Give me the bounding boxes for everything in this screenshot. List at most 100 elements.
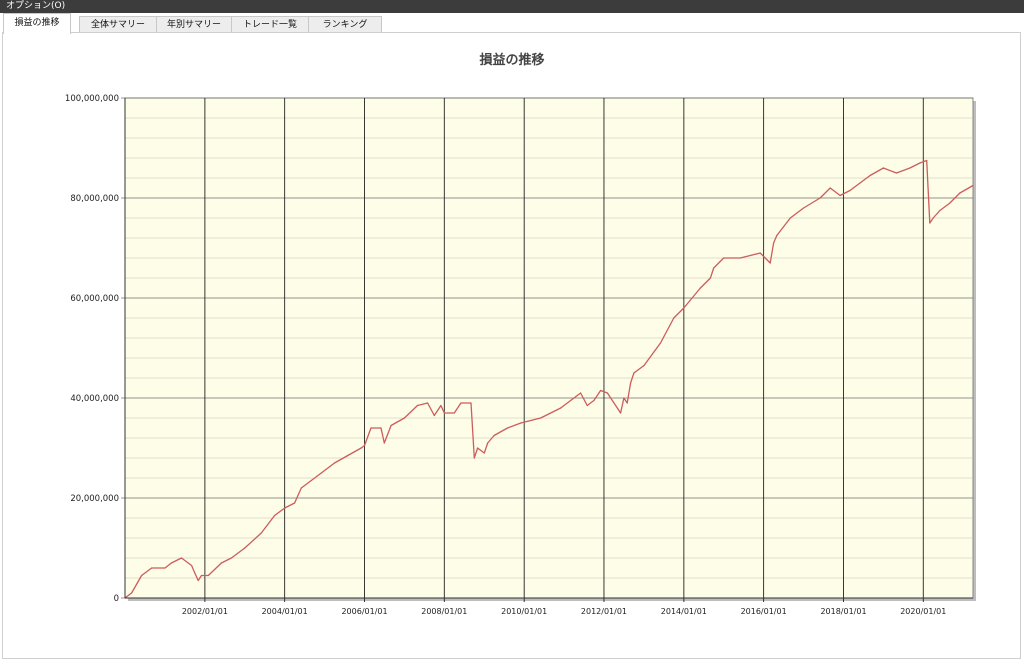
data-point bbox=[383, 442, 385, 444]
data-point bbox=[470, 402, 472, 404]
data-point bbox=[443, 412, 445, 414]
data-point bbox=[347, 454, 349, 457]
data-point bbox=[487, 442, 489, 444]
data-point bbox=[619, 412, 622, 414]
data-point bbox=[260, 532, 262, 534]
data-point bbox=[972, 184, 974, 187]
data-point bbox=[839, 194, 841, 197]
y-tick-label: 80,000,000 bbox=[70, 194, 119, 204]
data-point bbox=[919, 162, 921, 164]
data-point bbox=[869, 174, 871, 177]
data-point bbox=[170, 562, 173, 564]
tab-yearly-summary[interactable]: 年別サマリー bbox=[156, 16, 232, 32]
menu-options[interactable]: オプション(O) bbox=[0, 0, 65, 13]
data-point bbox=[460, 402, 462, 404]
x-tick-label: 2004/01/01 bbox=[262, 607, 308, 616]
data-point bbox=[200, 574, 203, 577]
x-tick-label: 2002/01/01 bbox=[182, 607, 228, 616]
x-tick-label: 2018/01/01 bbox=[820, 607, 866, 616]
data-point bbox=[360, 447, 362, 449]
data-point bbox=[819, 197, 821, 199]
data-point bbox=[333, 462, 336, 464]
data-point bbox=[579, 392, 582, 394]
data-point bbox=[606, 392, 608, 394]
profit-chart: 損益の推移 0 20,000,000 40,000,000 60,000,000 80,… bbox=[65, 52, 976, 616]
data-point bbox=[829, 187, 831, 189]
data-point bbox=[739, 257, 741, 259]
y-tick-label: 0 bbox=[114, 594, 119, 604]
data-point bbox=[643, 364, 645, 367]
data-point bbox=[493, 434, 495, 437]
data-point bbox=[926, 159, 928, 162]
chart-panel: 損益の推移 0 20,000,000 40,000,000 60,000,000 80,… bbox=[2, 32, 1021, 659]
data-point bbox=[759, 252, 761, 254]
data-point bbox=[197, 579, 199, 582]
data-point bbox=[803, 207, 805, 209]
data-point bbox=[683, 307, 685, 309]
data-point bbox=[433, 414, 435, 417]
x-tick-label: 2016/01/01 bbox=[741, 607, 787, 616]
data-point bbox=[370, 427, 372, 429]
x-tick-label: 2006/01/01 bbox=[341, 607, 387, 616]
data-point bbox=[363, 444, 366, 447]
data-point bbox=[416, 404, 419, 407]
data-point bbox=[593, 399, 595, 402]
data-point bbox=[626, 402, 628, 404]
data-point bbox=[769, 262, 771, 264]
data-point bbox=[180, 557, 183, 559]
data-point bbox=[723, 257, 725, 259]
data-point bbox=[320, 472, 322, 474]
data-point bbox=[560, 407, 562, 409]
y-tick-label: 60,000,000 bbox=[70, 294, 119, 304]
data-point bbox=[849, 189, 851, 192]
tab-profit-history[interactable]: 損益の推移 bbox=[3, 13, 71, 34]
data-point bbox=[633, 372, 635, 374]
data-point bbox=[310, 479, 312, 482]
data-point bbox=[207, 574, 209, 577]
data-point bbox=[230, 557, 233, 559]
data-point bbox=[274, 514, 276, 517]
data-point bbox=[284, 507, 286, 509]
y-tick-label: 20,000,000 bbox=[70, 494, 119, 504]
y-tick-label: 100,000,000 bbox=[65, 94, 119, 104]
data-point bbox=[673, 317, 675, 319]
data-point bbox=[789, 217, 791, 219]
data-point bbox=[477, 447, 479, 449]
data-point bbox=[909, 167, 911, 169]
tab-ranking[interactable]: ランキング bbox=[308, 16, 382, 32]
data-point bbox=[440, 404, 442, 407]
data-point bbox=[130, 592, 133, 594]
menubar: オプション(O) bbox=[0, 0, 1024, 13]
data-point bbox=[194, 572, 196, 574]
data-point bbox=[776, 234, 778, 237]
x-tick-label: 2012/01/01 bbox=[581, 607, 627, 616]
data-point bbox=[699, 287, 701, 289]
data-point bbox=[151, 567, 153, 569]
data-point bbox=[483, 452, 485, 454]
data-point bbox=[882, 167, 884, 169]
data-point bbox=[506, 427, 509, 429]
data-point bbox=[709, 277, 712, 279]
plot-area bbox=[124, 97, 974, 599]
data-point bbox=[473, 457, 475, 459]
data-point bbox=[294, 502, 296, 504]
data-point bbox=[586, 404, 588, 407]
y-tick-label: 40,000,000 bbox=[70, 394, 119, 404]
data-point bbox=[540, 417, 542, 419]
data-point bbox=[949, 202, 951, 204]
data-point bbox=[190, 564, 193, 567]
data-point bbox=[659, 342, 662, 344]
x-tick-label: 2020/01/01 bbox=[900, 607, 946, 616]
tab-strip: 損益の推移 全体サマリー 年別サマリー トレード一覧 ランキング bbox=[0, 13, 1024, 34]
data-point bbox=[390, 424, 392, 427]
data-point bbox=[929, 222, 931, 224]
tab-overall-summary[interactable]: 全体サマリー bbox=[79, 16, 157, 32]
data-point bbox=[959, 192, 961, 194]
x-tick-label: 2010/01/01 bbox=[501, 607, 547, 616]
data-point bbox=[453, 412, 455, 414]
x-tick-label: 2008/01/01 bbox=[421, 607, 467, 616]
data-point bbox=[772, 242, 775, 244]
tab-trade-list[interactable]: トレード一覧 bbox=[231, 16, 309, 32]
chart-title: 損益の推移 bbox=[479, 52, 544, 68]
data-point bbox=[141, 574, 143, 577]
